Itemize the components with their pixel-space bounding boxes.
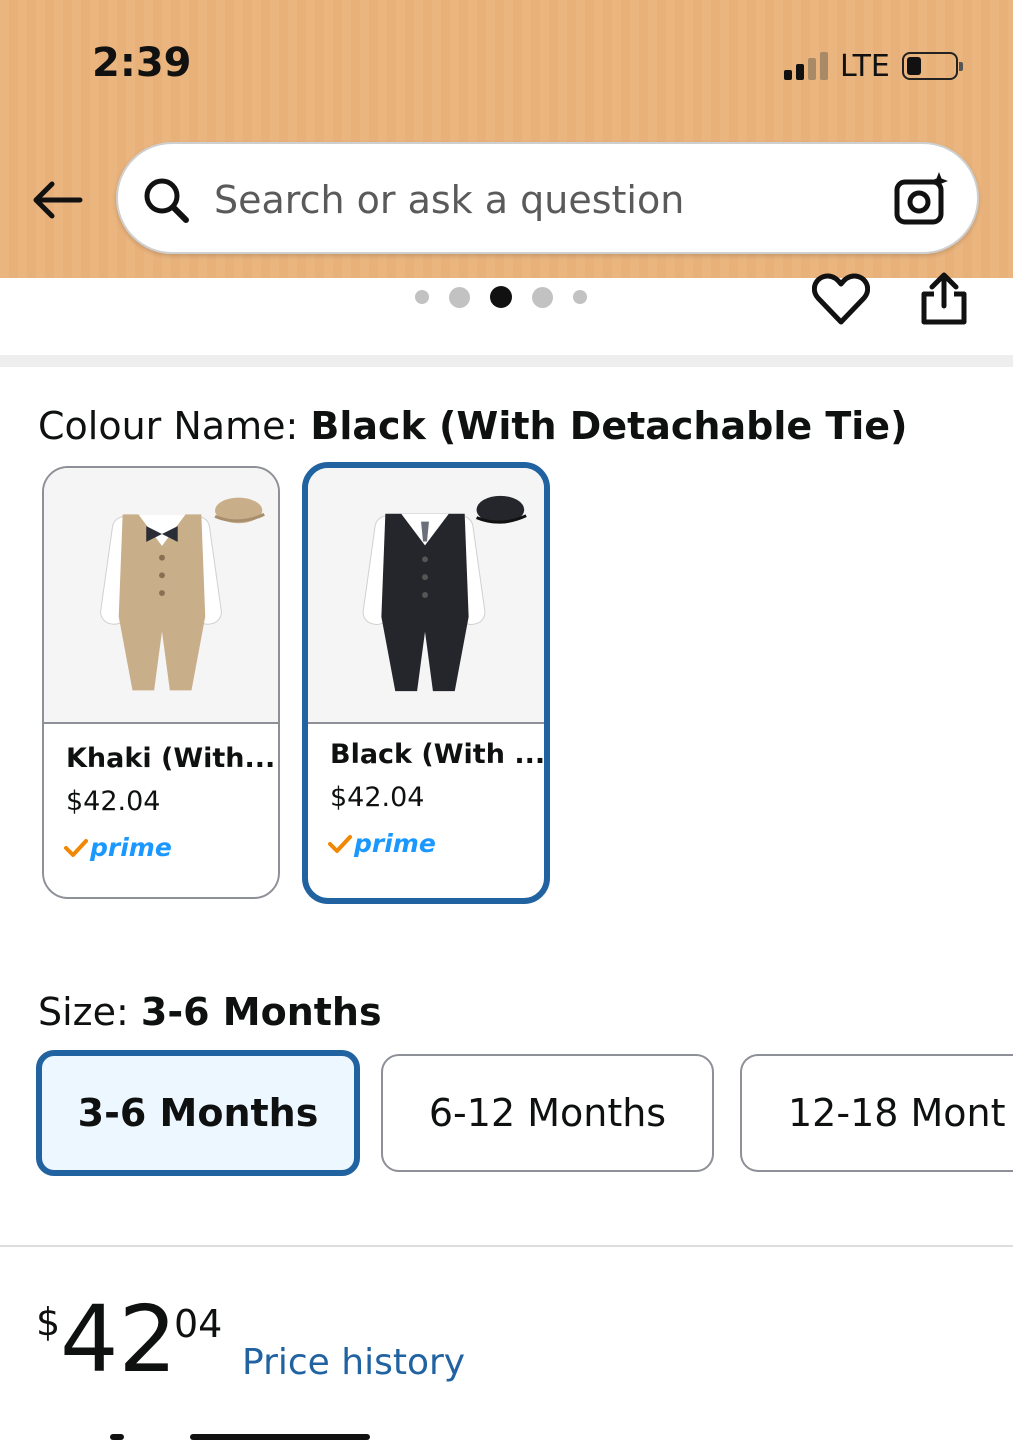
product-image-black — [308, 468, 544, 724]
share-icon[interactable] — [918, 272, 970, 326]
colour-swatch-khaki[interactable]: Khaki (With... $42.04 prime — [42, 466, 280, 899]
battery-icon — [901, 52, 963, 80]
search-input[interactable] — [214, 174, 854, 226]
carousel-dot[interactable] — [449, 286, 470, 308]
prime-label: prime — [90, 833, 172, 862]
prime-check-icon — [64, 838, 88, 857]
search-icon — [144, 178, 189, 223]
carousel-dot[interactable] — [415, 290, 429, 304]
heart-icon[interactable] — [812, 272, 870, 326]
status-indicators: LTE — [784, 46, 963, 86]
network-label: LTE — [840, 48, 890, 84]
size-heading: Size: 3-6 Months — [38, 990, 382, 1034]
size-label: Size: — [38, 990, 141, 1034]
carousel-dot[interactable] — [532, 286, 553, 308]
next-section-peek — [80, 1428, 380, 1440]
section-divider — [0, 355, 1013, 367]
swatch-name: Black (With ... — [330, 739, 546, 770]
colour-label: Colour Name: — [38, 404, 311, 448]
signal-icon — [784, 52, 828, 80]
product-image-khaki — [44, 468, 278, 724]
back-arrow-icon[interactable] — [30, 178, 86, 222]
carousel-dot[interactable] — [573, 290, 587, 304]
swatch-name: Khaki (With... — [66, 743, 276, 774]
carousel-dot-active[interactable] — [490, 286, 512, 308]
price-display: $ 42 04 — [36, 1290, 266, 1390]
swatch-price: $42.04 — [66, 786, 161, 817]
swatch-price: $42.04 — [330, 782, 425, 813]
price-history-link[interactable]: Price history — [242, 1342, 465, 1383]
section-divider — [0, 1245, 1013, 1247]
size-value: 3-6 Months — [140, 990, 382, 1034]
prime-badge: prime — [64, 833, 172, 862]
prime-label: prime — [354, 829, 436, 858]
size-option-3-6-months[interactable]: 3-6 Months — [36, 1050, 360, 1176]
carousel-dots — [415, 286, 607, 308]
product-page: 2:39 LTE Search or ask a question Colour… — [0, 0, 1013, 1440]
price-fraction: 04 — [174, 1302, 223, 1346]
colour-swatch-black[interactable]: Black (With ... $42.04 prime — [302, 462, 550, 904]
size-option-6-12-months[interactable]: 6-12 Months — [381, 1054, 714, 1172]
prime-badge: prime — [328, 829, 436, 858]
prime-check-icon — [328, 834, 352, 853]
price-whole: 42 — [60, 1286, 178, 1393]
size-option-12-18-months[interactable]: 12-18 Mont — [740, 1054, 1013, 1172]
price-currency: $ — [36, 1300, 61, 1344]
camera-lens-icon[interactable] — [893, 170, 951, 228]
status-time: 2:39 — [92, 40, 192, 86]
search-bar[interactable] — [116, 142, 979, 254]
colour-name-heading: Colour Name: Black (With Detachable Tie) — [38, 404, 907, 448]
colour-value: Black (With Detachable Tie) — [310, 404, 908, 448]
app-header: 2:39 LTE — [0, 0, 1013, 278]
